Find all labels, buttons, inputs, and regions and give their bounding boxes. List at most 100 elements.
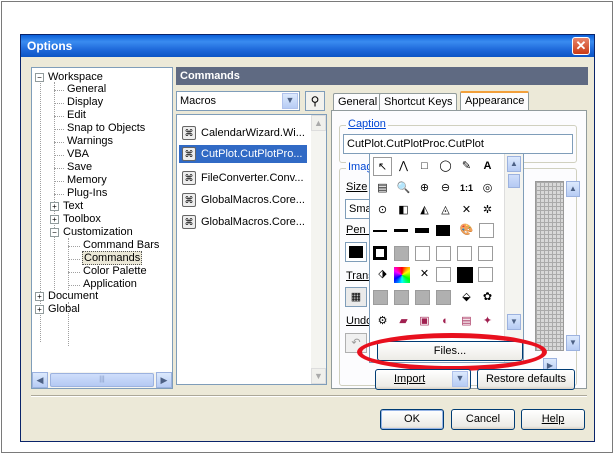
color-swatch[interactable] — [373, 290, 388, 305]
palette-scrollbar[interactable]: ▲ ▼ — [504, 154, 523, 362]
color-swatch[interactable] — [415, 246, 430, 261]
tab-shortcut-keys[interactable]: Shortcut Keys — [379, 93, 458, 111]
options-tree[interactable]: − Workspace General Display Edit Snap to… — [31, 67, 173, 389]
color-swatch[interactable] — [436, 246, 451, 261]
misc-tool-icon[interactable]: ▰ — [394, 312, 413, 331]
category-select[interactable]: Macros ▼ — [176, 91, 300, 111]
transparent-button[interactable]: ▦ — [345, 287, 367, 307]
scroll-thumb[interactable]: ||| — [50, 373, 154, 387]
collapse-icon[interactable]: − — [50, 228, 59, 237]
fill-bucket-icon[interactable]: ⬗ — [373, 265, 392, 284]
scroll-up-button[interactable]: ▲ — [507, 156, 521, 172]
effects-icon[interactable]: ✿ — [478, 288, 497, 307]
misc-tool-icon[interactable]: ✦ — [478, 312, 497, 331]
pen-icon[interactable]: ✎ — [457, 157, 476, 176]
scroll-down-arrow[interactable]: ▼ — [566, 335, 580, 351]
close-button[interactable]: ✕ — [572, 37, 590, 55]
list-item[interactable]: ⌘ FileConverter.Conv... — [179, 169, 307, 187]
color-swatch[interactable] — [415, 290, 430, 305]
page-icon[interactable]: ◧ — [394, 201, 413, 220]
tree-item-plug-ins[interactable]: Plug-Ins — [67, 187, 107, 200]
ok-button[interactable]: OK — [380, 409, 444, 430]
tree-item-warnings[interactable]: Warnings — [67, 135, 113, 148]
tree-item-commands[interactable]: Commands — [82, 251, 143, 265]
chevron-down-icon[interactable]: ▼ — [452, 371, 468, 387]
text-icon[interactable]: A — [478, 157, 497, 176]
expand-icon[interactable]: + — [50, 202, 59, 211]
delete-icon[interactable]: ✕ — [457, 201, 476, 220]
color-wheel-icon[interactable]: 🎨 — [457, 221, 476, 240]
color-swatch[interactable] — [478, 267, 493, 282]
tree-item-snap-to-objects[interactable]: Snap to Objects — [67, 122, 145, 135]
expand-icon[interactable]: + — [50, 215, 59, 224]
outline-box-swatch[interactable] — [373, 246, 387, 260]
import-button[interactable]: Import ▼ — [375, 369, 471, 390]
zoom-fit-icon[interactable]: ◎ — [478, 179, 497, 198]
tree-item-color-palette[interactable]: Color Palette — [83, 265, 147, 278]
zoom-all-icon[interactable]: ⊙ — [373, 201, 392, 220]
scroll-thumb[interactable] — [508, 174, 520, 188]
zoom-icon[interactable]: 🔍 — [394, 179, 413, 198]
color-swatch[interactable] — [394, 290, 409, 305]
fill-black[interactable] — [436, 225, 450, 236]
cancel-button[interactable]: Cancel — [451, 409, 515, 430]
caption-field[interactable]: CutPlot.CutPlotProc.CutPlot — [343, 134, 573, 154]
tab-general[interactable]: General — [333, 93, 383, 111]
no-fill-icon[interactable]: ✕ — [415, 265, 434, 284]
line-width-medium[interactable] — [394, 229, 408, 232]
chevron-down-icon[interactable]: ▼ — [282, 93, 298, 109]
scroll-up-arrow[interactable]: ▲ — [566, 181, 580, 197]
ellipse-icon[interactable]: ◯ — [436, 157, 455, 176]
outline-icon[interactable]: ◬ — [436, 201, 455, 220]
command-list[interactable]: ⌘ CalendarWizard.Wi... ⌘ CutPlot.CutPlot… — [176, 114, 327, 385]
misc-tool-icon[interactable]: ◐ — [436, 312, 455, 331]
color-swatch[interactable] — [436, 267, 451, 282]
scroll-down-button[interactable]: ▼ — [507, 314, 521, 330]
line-width-thick[interactable] — [415, 228, 429, 233]
tree-item-memory[interactable]: Memory — [67, 174, 107, 187]
eyedropper-icon[interactable]: ⬙ — [457, 288, 476, 307]
help-button[interactable]: Help — [521, 409, 585, 430]
expand-icon[interactable]: + — [35, 292, 44, 301]
list-view-icon[interactable]: ▤ — [373, 179, 392, 198]
scroll-down-button[interactable]: ▼ — [311, 368, 326, 384]
scroll-up-button[interactable]: ▲ — [311, 115, 326, 131]
tree-item-general[interactable]: General — [67, 83, 106, 96]
list-item[interactable]: ⌘ GlobalMacros.Core... — [179, 213, 307, 231]
restore-defaults-button[interactable]: Restore defaults — [477, 369, 575, 390]
title-bar[interactable]: Options ✕ — [21, 35, 594, 57]
collapse-icon[interactable]: − — [35, 73, 44, 82]
list-item[interactable]: ⌘ CalendarWizard.Wi... — [179, 124, 307, 142]
files-button[interactable]: Files... — [377, 341, 523, 361]
tab-appearance[interactable]: Appearance — [460, 91, 530, 112]
rectangle-icon[interactable]: □ — [415, 157, 434, 176]
zoom-in-icon[interactable]: ⊕ — [415, 179, 434, 198]
color-picker-icon[interactable] — [394, 267, 410, 283]
icon-palette-popup[interactable]: ↖ ⋀ □ ◯ ✎ A ▤ 🔍 ⊕ ⊖ 1:1 ◎ ⊙ ◧ ◭ ◬ ✕ ✲ 🎨 … — [369, 153, 524, 363]
tree-horizontal-scrollbar[interactable]: ◀ ||| ▶ — [32, 372, 172, 388]
list-item[interactable]: ⌘ GlobalMacros.Core... — [179, 191, 307, 209]
expand-icon[interactable]: + — [35, 305, 44, 314]
color-swatch[interactable] — [436, 290, 451, 305]
scroll-right-button[interactable]: ▶ — [156, 372, 172, 388]
command-list-scrollbar[interactable]: ▲ ▼ — [311, 115, 326, 384]
actual-size-icon[interactable]: 1:1 — [457, 179, 476, 198]
find-button[interactable]: ⚲ — [305, 91, 325, 111]
color-swatch[interactable] — [457, 267, 473, 283]
transform-icon[interactable]: ✲ — [478, 201, 497, 220]
misc-tool-icon[interactable]: ▣ — [415, 312, 434, 331]
bucket-icon[interactable]: ◭ — [415, 201, 434, 220]
undo-button[interactable]: ↶ — [345, 333, 367, 353]
scroll-left-button[interactable]: ◀ — [32, 372, 48, 388]
tree-item-save[interactable]: Save — [67, 161, 92, 174]
tree-item-edit[interactable]: Edit — [67, 109, 86, 122]
list-item-selected[interactable]: ⌘ CutPlot.CutPlotPro... — [179, 145, 307, 163]
pointer-icon[interactable]: ↖ — [373, 157, 392, 176]
tree-item-display[interactable]: Display — [67, 96, 103, 109]
color-swatch[interactable] — [457, 246, 472, 261]
color-swatch[interactable] — [394, 246, 409, 261]
tree-item-vba[interactable]: VBA — [67, 148, 89, 161]
zoom-out-icon[interactable]: ⊖ — [436, 179, 455, 198]
color-swatch[interactable] — [478, 246, 493, 261]
pen-color-button[interactable] — [345, 242, 367, 262]
